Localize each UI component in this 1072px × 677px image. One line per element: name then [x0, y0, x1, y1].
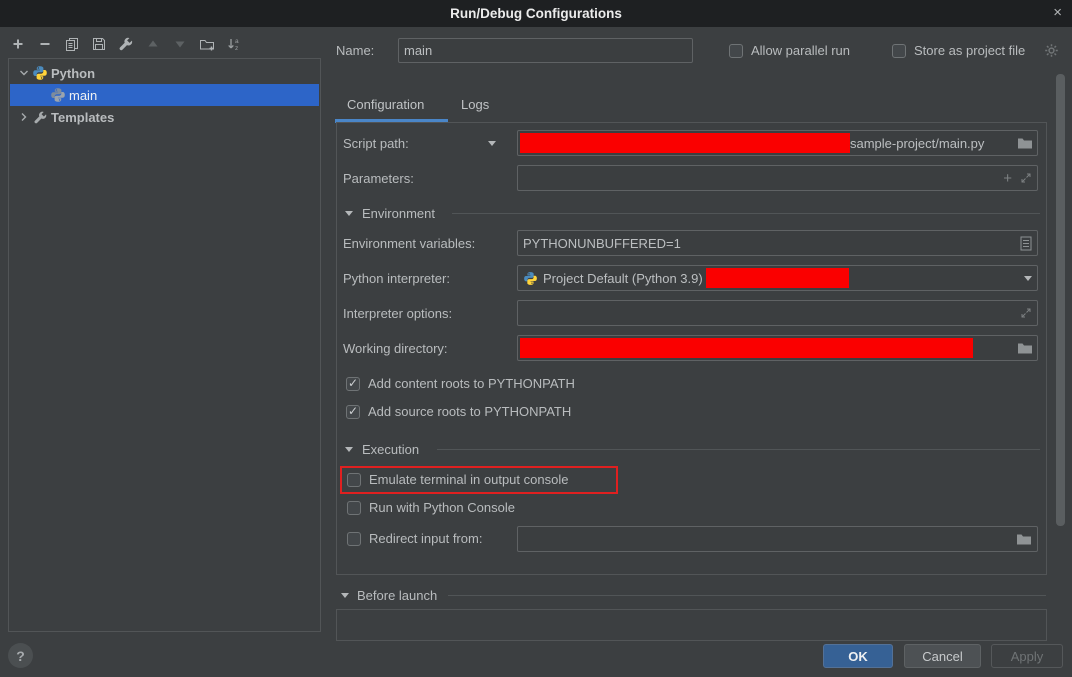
interpreter-options-input[interactable]	[523, 306, 1020, 321]
environment-collapse-icon[interactable]	[345, 211, 353, 216]
svg-text:a: a	[235, 38, 239, 45]
redaction-block	[520, 133, 850, 153]
environment-variables-field[interactable]: PYTHONUNBUFFERED=1	[517, 230, 1038, 256]
expand-field-icon[interactable]	[1020, 307, 1032, 319]
python-interpreter-label: Python interpreter:	[343, 271, 450, 286]
redaction-block	[520, 338, 973, 358]
before-launch-panel	[336, 609, 1047, 641]
section-divider	[452, 213, 1040, 214]
templates-wrench-icon	[32, 109, 48, 125]
redirect-input-checkbox[interactable]	[347, 532, 361, 546]
browse-folder-icon[interactable]	[1017, 137, 1033, 150]
store-as-project-file-label: Store as project file	[914, 43, 1025, 58]
gear-icon[interactable]	[1044, 43, 1059, 58]
name-label: Name:	[336, 43, 374, 58]
emulate-terminal-checkbox[interactable]	[347, 473, 361, 487]
allow-parallel-run-label: Allow parallel run	[751, 43, 850, 58]
tab-configuration[interactable]: Configuration	[347, 97, 424, 112]
help-question-icon: ?	[16, 648, 25, 664]
tab-logs[interactable]: Logs	[461, 97, 489, 112]
tree-item-templates[interactable]: Templates	[10, 106, 319, 128]
chevron-down-icon[interactable]	[16, 65, 32, 81]
close-icon[interactable]: ×	[1053, 4, 1062, 22]
script-path-field[interactable]: sample-project/main.py	[517, 130, 1038, 156]
environment-variables-label: Environment variables:	[343, 236, 475, 251]
execution-collapse-icon[interactable]	[345, 447, 353, 452]
add-content-roots-label: Add content roots to PYTHONPATH	[368, 376, 575, 391]
add-icon[interactable]	[10, 36, 26, 52]
redirect-input-field[interactable]	[517, 526, 1038, 552]
browse-folder-icon[interactable]	[1017, 342, 1033, 355]
add-content-roots-checkbox[interactable]	[346, 377, 360, 391]
vertical-scrollbar[interactable]	[1056, 74, 1065, 526]
edit-variables-icon[interactable]	[1020, 236, 1032, 251]
apply-button[interactable]: Apply	[991, 644, 1063, 668]
tree-item-label: Python	[51, 66, 95, 81]
add-source-roots-checkbox[interactable]	[346, 405, 360, 419]
script-path-value: sample-project/main.py	[850, 136, 984, 151]
configurations-toolbar: az	[10, 33, 242, 55]
chevron-right-icon[interactable]	[16, 109, 32, 125]
cancel-button[interactable]: Cancel	[904, 644, 981, 668]
remove-icon[interactable]	[37, 36, 53, 52]
dialog-title: Run/Debug Configurations	[450, 6, 622, 21]
python-logo-icon	[50, 87, 66, 103]
script-path-label: Script path:	[343, 136, 409, 151]
combo-dropdown-icon[interactable]	[1024, 276, 1032, 281]
interpreter-options-label: Interpreter options:	[343, 306, 452, 321]
move-down-icon	[172, 36, 188, 52]
parameters-field[interactable]: +	[517, 165, 1038, 191]
svg-text:z: z	[235, 45, 238, 52]
tree-item-main[interactable]: main	[10, 84, 319, 106]
before-launch-collapse-icon[interactable]	[341, 593, 349, 598]
section-divider	[437, 449, 1040, 450]
ok-button[interactable]: OK	[823, 644, 893, 668]
help-button[interactable]: ?	[8, 643, 33, 668]
parameters-label: Parameters:	[343, 171, 414, 186]
sort-alphabetically-icon[interactable]: az	[226, 36, 242, 52]
python-interpreter-combo[interactable]: Project Default (Python 3.9)	[517, 265, 1038, 291]
name-field[interactable]	[398, 38, 693, 63]
allow-parallel-run-checkbox[interactable]	[729, 44, 743, 58]
tree-item-label: Templates	[51, 110, 114, 125]
python-interpreter-value: Project Default (Python 3.9)	[543, 271, 703, 286]
python-logo-icon	[32, 65, 48, 81]
emulate-terminal-label: Emulate terminal in output console	[369, 472, 568, 487]
python-logo-icon	[523, 271, 538, 286]
copy-icon[interactable]	[64, 36, 80, 52]
dialog-titlebar: Run/Debug Configurations ×	[0, 0, 1072, 27]
run-python-console-label: Run with Python Console	[369, 500, 515, 515]
save-icon[interactable]	[91, 36, 107, 52]
execution-section-label: Execution	[362, 442, 419, 457]
script-path-dropdown-icon[interactable]	[488, 141, 496, 146]
redaction-block	[706, 268, 849, 288]
before-launch-section-label: Before launch	[357, 588, 437, 603]
move-up-icon	[145, 36, 161, 52]
expand-field-icon[interactable]	[1020, 172, 1032, 184]
working-directory-field[interactable]	[517, 335, 1038, 361]
browse-folder-icon[interactable]	[1016, 533, 1032, 546]
redirect-input-label: Redirect input from:	[369, 531, 482, 546]
edit-templates-wrench-icon[interactable]	[118, 36, 134, 52]
section-divider	[448, 595, 1046, 596]
tree-item-python[interactable]: Python	[10, 62, 319, 84]
environment-variables-value: PYTHONUNBUFFERED=1	[523, 236, 681, 251]
add-source-roots-label: Add source roots to PYTHONPATH	[368, 404, 571, 419]
new-folder-icon[interactable]	[199, 36, 215, 52]
redirect-input-input[interactable]	[523, 532, 1016, 547]
tree-item-label: main	[69, 88, 97, 103]
configurations-tree: Python main Templates	[8, 58, 321, 632]
environment-section-label: Environment	[362, 206, 435, 221]
parameters-input[interactable]	[523, 171, 1003, 186]
interpreter-options-field[interactable]	[517, 300, 1038, 326]
store-as-project-file-checkbox[interactable]	[892, 44, 906, 58]
run-python-console-checkbox[interactable]	[347, 501, 361, 515]
working-directory-label: Working directory:	[343, 341, 448, 356]
add-macro-icon[interactable]: +	[1003, 170, 1012, 187]
name-input[interactable]	[404, 43, 687, 58]
